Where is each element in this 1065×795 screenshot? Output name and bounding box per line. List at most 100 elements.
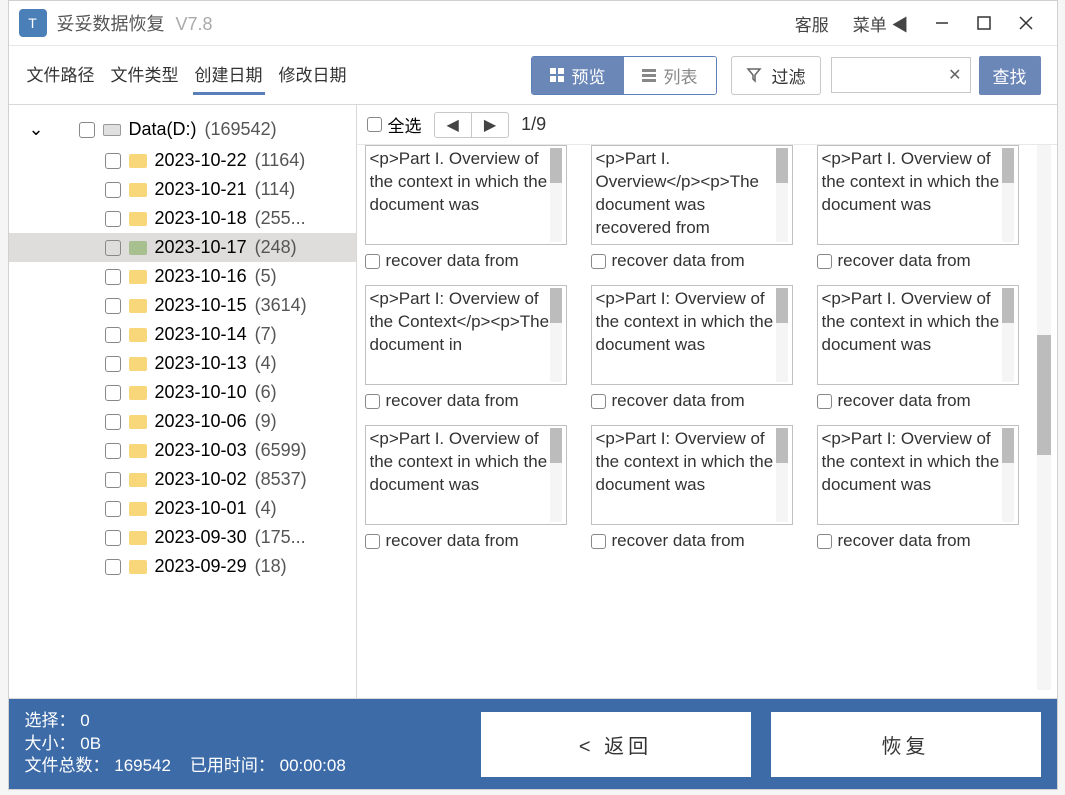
tree-item[interactable]: 2023-10-10(6) [9,378,356,407]
thumbnail-checkbox[interactable] [817,534,832,549]
tree-item-checkbox[interactable] [105,298,121,314]
thumbnail-card[interactable]: <p>Part I. Overview of the context in wh… [817,285,1019,411]
thumb-scroll-handle[interactable] [1002,148,1014,183]
tree-root-checkbox[interactable] [79,122,95,138]
thumb-scroll-handle[interactable] [776,428,788,463]
tab-file-path[interactable]: 文件路径 [25,55,97,95]
thumbnail-preview[interactable]: <p>Part I. Overview</p><p>The document w… [591,145,793,245]
tree-item[interactable]: 2023-10-21(114) [9,175,356,204]
tree-item[interactable]: 2023-10-15(3614) [9,291,356,320]
tree-item-checkbox[interactable] [105,327,121,343]
thumbnail-preview[interactable]: <p>Part I: Overview of the Context</p><p… [365,285,567,385]
tree-item[interactable]: 2023-10-16(5) [9,262,356,291]
thumbnail-checkbox[interactable] [365,254,380,269]
tree-root[interactable]: ⌄ Data(D:) (169542) [9,113,356,146]
filter-button[interactable]: 过滤 [731,56,821,95]
thumbnail-grid[interactable]: <p>Part I. Overview of the context in wh… [357,145,1057,698]
thumbnail-checkbox[interactable] [591,254,606,269]
search-button[interactable]: 查找 [979,56,1041,95]
tree-item[interactable]: 2023-10-06(9) [9,407,356,436]
tab-file-type[interactable]: 文件类型 [109,55,181,95]
thumb-scroll-handle[interactable] [550,428,562,463]
tab-create-date[interactable]: 创建日期 [193,55,265,95]
thumbnail-checkbox[interactable] [591,394,606,409]
recover-button[interactable]: 恢复 [771,712,1041,777]
close-button[interactable] [1005,2,1047,44]
thumbnail-checkbox[interactable] [365,534,380,549]
tree-item[interactable]: 2023-10-01(4) [9,494,356,523]
tree-item[interactable]: 2023-10-14(7) [9,320,356,349]
back-button[interactable]: < 返回 [481,712,751,777]
tree-item[interactable]: 2023-10-13(4) [9,349,356,378]
thumbnail-card[interactable]: <p>Part I: Overview of the context in wh… [591,285,793,411]
thumbnail-preview[interactable]: <p>Part I. Overview of the context in wh… [817,285,1019,385]
tree-item[interactable]: 2023-10-02(8537) [9,465,356,494]
tree-item-checkbox[interactable] [105,559,121,575]
tree-item-checkbox[interactable] [105,153,121,169]
select-all-checkbox[interactable] [367,117,382,132]
thumb-scrollbar[interactable] [550,428,562,522]
prev-page-button[interactable]: ◀ [435,113,472,137]
tree-item-checkbox[interactable] [105,240,121,256]
menu-dropdown[interactable]: 菜单 ◀ [853,11,909,36]
tree-item[interactable]: 2023-10-22(1164) [9,146,356,175]
thumb-scroll-handle[interactable] [550,148,562,183]
minimize-button[interactable] [921,2,963,44]
thumb-scroll-handle[interactable] [1002,428,1014,463]
thumbnail-checkbox[interactable] [365,394,380,409]
thumbnail-preview[interactable]: <p>Part I: Overview of the context in wh… [591,285,793,385]
view-list-button[interactable]: 列表 [624,57,716,94]
thumb-scrollbar[interactable] [776,288,788,382]
thumbnail-preview[interactable]: <p>Part I. Overview of the context in wh… [365,425,567,525]
thumb-scrollbar[interactable] [776,428,788,522]
thumb-scrollbar[interactable] [550,288,562,382]
thumbnail-card[interactable]: <p>Part I: Overview of the context in wh… [817,425,1019,551]
maximize-button[interactable] [963,2,1005,44]
chevron-down-icon[interactable]: ⌄ [29,119,44,140]
tree-item-checkbox[interactable] [105,269,121,285]
tree-item-checkbox[interactable] [105,211,121,227]
thumb-scrollbar[interactable] [1002,148,1014,242]
thumbnail-preview[interactable]: <p>Part I: Overview of the context in wh… [591,425,793,525]
thumbnail-card[interactable]: <p>Part I: Overview of the Context</p><p… [365,285,567,411]
thumbnail-checkbox[interactable] [817,394,832,409]
thumb-scroll-handle[interactable] [1002,288,1014,323]
customer-service-link[interactable]: 客服 [795,11,829,36]
grid-scroll-handle[interactable] [1037,335,1051,455]
thumbnail-checkbox[interactable] [591,534,606,549]
tree-item[interactable]: 2023-09-29(18) [9,552,356,581]
thumbnail-card[interactable]: <p>Part I. Overview</p><p>The document w… [591,145,793,271]
thumb-scrollbar[interactable] [1002,428,1014,522]
thumbnail-card[interactable]: <p>Part I. Overview of the context in wh… [817,145,1019,271]
select-all[interactable]: 全选 [367,112,422,137]
tree-item[interactable]: 2023-10-03(6599) [9,436,356,465]
tree-item-checkbox[interactable] [105,501,121,517]
next-page-button[interactable]: ▶ [472,113,508,137]
thumbnail-preview[interactable]: <p>Part I: Overview of the context in wh… [817,425,1019,525]
tree-item-checkbox[interactable] [105,530,121,546]
tree-item[interactable]: 2023-10-18(255... [9,204,356,233]
thumb-scrollbar[interactable] [550,148,562,242]
tree-item-checkbox[interactable] [105,472,121,488]
tree-item-checkbox[interactable] [105,414,121,430]
thumbnail-preview[interactable]: <p>Part I. Overview of the context in wh… [365,145,567,245]
tree-item-checkbox[interactable] [105,356,121,372]
view-preview-button[interactable]: 预览 [532,57,624,94]
tree-item-checkbox[interactable] [105,443,121,459]
thumb-scroll-handle[interactable] [776,148,788,183]
thumb-scroll-handle[interactable] [550,288,562,323]
grid-scrollbar[interactable] [1037,145,1051,690]
thumb-scroll-handle[interactable] [776,288,788,323]
thumbnail-card[interactable]: <p>Part I. Overview of the context in wh… [365,425,567,551]
clear-search-icon[interactable]: ✕ [948,65,961,85]
tab-modify-date[interactable]: 修改日期 [277,55,349,95]
search-input[interactable] [840,66,949,84]
thumbnail-checkbox[interactable] [817,254,832,269]
thumb-scrollbar[interactable] [1002,288,1014,382]
thumbnail-card[interactable]: <p>Part I. Overview of the context in wh… [365,145,567,271]
thumb-scrollbar[interactable] [776,148,788,242]
tree-item-checkbox[interactable] [105,385,121,401]
tree-item[interactable]: 2023-09-30(175... [9,523,356,552]
tree-item-checkbox[interactable] [105,182,121,198]
thumbnail-card[interactable]: <p>Part I: Overview of the context in wh… [591,425,793,551]
